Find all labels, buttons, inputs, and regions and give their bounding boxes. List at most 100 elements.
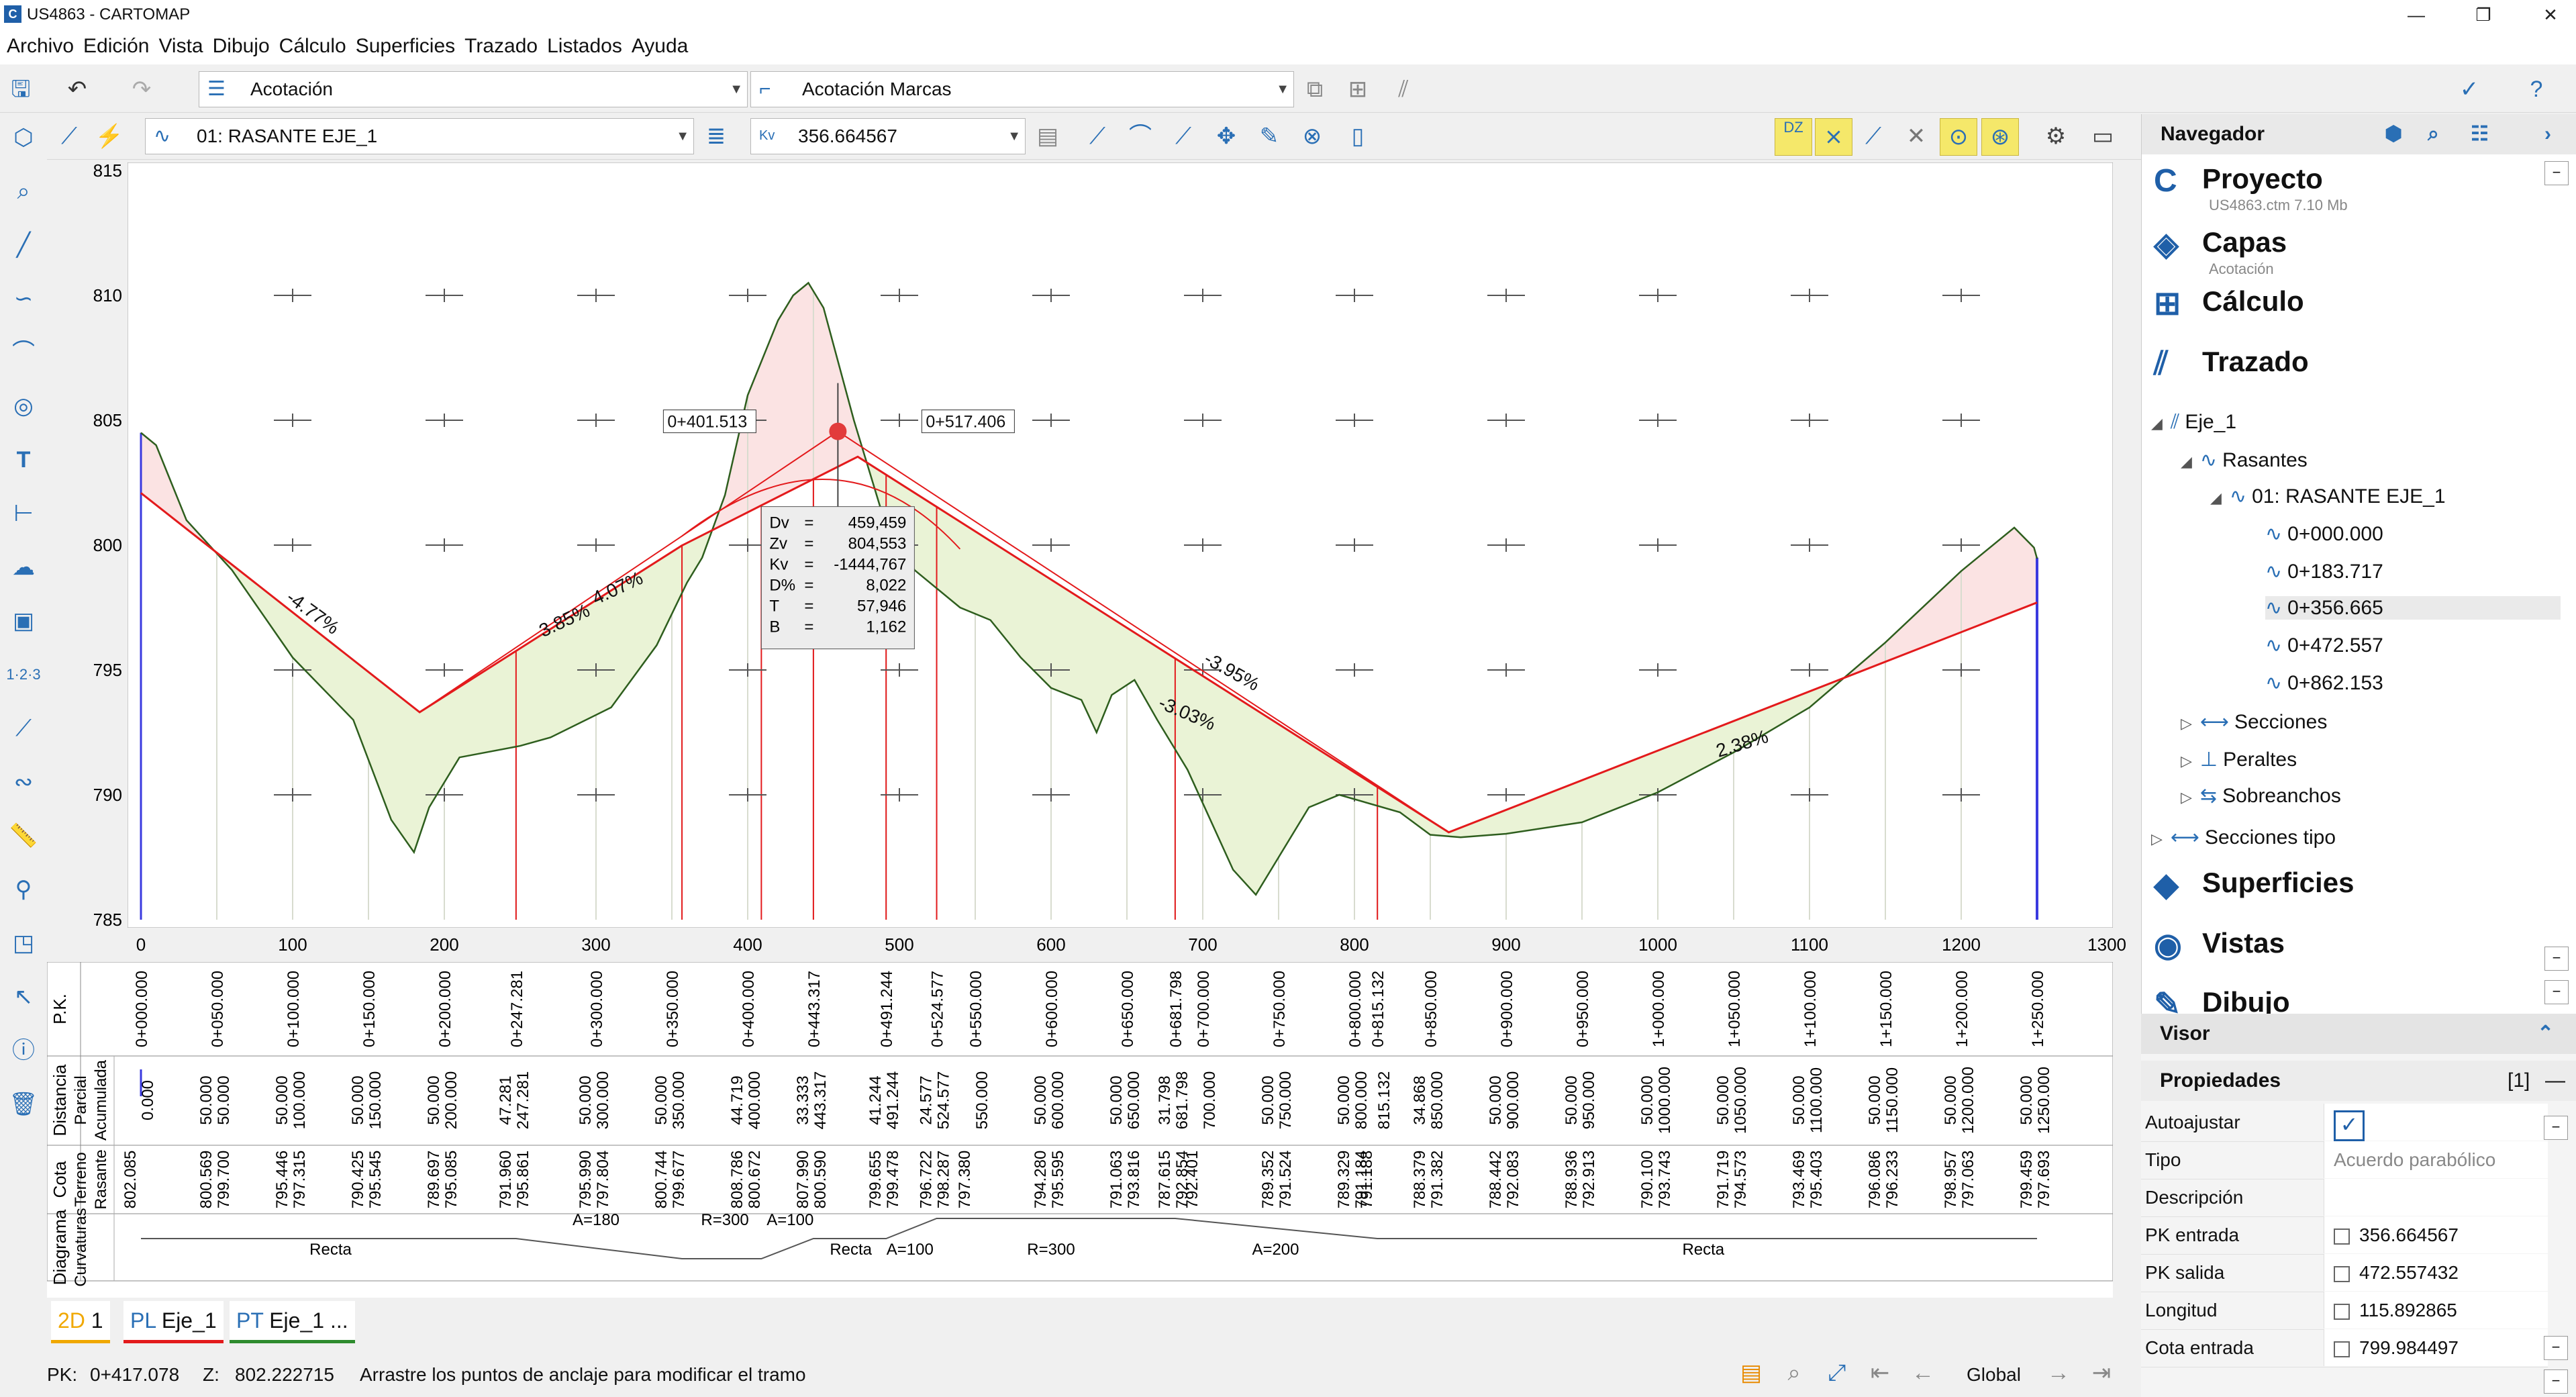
profile-calc-icon[interactable]: ⚡ (91, 118, 128, 154)
line-icon[interactable]: ╱ (5, 227, 42, 263)
scroll-up-button[interactable]: − (2544, 1116, 2568, 1140)
tab-pt[interactable]: PT Eje_1 ... (230, 1301, 355, 1343)
select-cursor-icon[interactable]: ↖ (5, 979, 42, 1015)
tree-trazado[interactable]: ⫽ Trazado (2154, 345, 2309, 383)
info-icon[interactable]: ⓘ (5, 1032, 42, 1069)
property-value[interactable]: Acuerdo parabólico (2324, 1141, 2548, 1178)
restore-button[interactable]: ❐ (2463, 3, 2504, 27)
insert-vertex-icon[interactable]: ⟋ (1165, 118, 1201, 154)
scroll-up-button[interactable]: − (2544, 947, 2569, 971)
tree-proyecto[interactable]: C Proyecto US4863.ctm 7.10 Mb (2154, 162, 2348, 214)
kv-combo[interactable]: Kv 356.664567 ▼ (750, 118, 1026, 154)
table-icon[interactable]: ▤ (1030, 118, 1066, 154)
style-combo[interactable]: ⌐ Acotación Marcas ▼ (750, 71, 1294, 107)
zoom-extents-icon[interactable]: ⤢ (1819, 1355, 1855, 1391)
tree-vertex[interactable]: ∿ 0+183.717 (2265, 560, 2383, 583)
road-icon[interactable]: ⫽ (1385, 71, 1422, 107)
collapse-arrow-icon[interactable]: ▷ (2151, 830, 2163, 847)
search-icon[interactable]: ⌕ (2428, 114, 2439, 154)
last-icon[interactable]: ⇥ (2083, 1355, 2120, 1391)
layer-combo[interactable]: ☰ Acotación ▼ (199, 71, 748, 107)
tree-secciones[interactable]: ▷ ⟷ Secciones (2181, 710, 2327, 734)
check-circle-icon[interactable]: ✓ (2451, 71, 2487, 107)
property-value[interactable]: 115.892865 (2324, 1292, 2548, 1329)
tree-vertex[interactable]: ∿ 0+472.557 (2265, 634, 2383, 657)
book-icon[interactable]: ▤ (1733, 1355, 1769, 1391)
circle-icon[interactable]: ◎ (5, 388, 42, 424)
tree-view-icon[interactable]: ☷ (2471, 114, 2489, 154)
transform-icon[interactable]: ◳ (5, 925, 42, 961)
snap-disabled-icon[interactable]: ✕ (1898, 118, 1934, 154)
menu-dibujo[interactable]: Dibujo (206, 30, 273, 58)
radius-icon[interactable]: ∾ (5, 764, 42, 800)
redo-icon[interactable]: ↷ (123, 71, 160, 107)
pin-icon[interactable]: ⚲ (5, 871, 42, 908)
save-icon[interactable]: 🖫 (3, 71, 39, 107)
tree-secciones-tipo[interactable]: ▷ ⟷ Secciones tipo (2151, 826, 2336, 849)
menu-vista[interactable]: Vista (152, 30, 205, 58)
menu-edicion[interactable]: Edición (77, 30, 152, 58)
trash-icon[interactable]: 🗑 (5, 1086, 42, 1122)
edit-vertex-icon[interactable]: ✎ (1251, 118, 1287, 154)
snap-vertex-icon[interactable]: ⨯ (1815, 118, 1852, 156)
cloud-icon[interactable]: ☁ (5, 549, 42, 585)
properties-icon[interactable]: ▯ (1340, 118, 1376, 154)
expand-arrow-icon[interactable]: ◢ (2151, 415, 2163, 432)
property-value[interactable]: 472.557432 (2324, 1254, 2548, 1291)
next-icon[interactable]: → (2040, 1355, 2077, 1391)
tree-eje[interactable]: ◢ ⫽ Eje_1 (2151, 411, 2236, 434)
collapse-arrow-icon[interactable]: ▷ (2181, 789, 2192, 806)
prev-icon[interactable]: ← (1905, 1355, 1941, 1391)
menu-trazado[interactable]: Trazado (458, 30, 540, 58)
property-value[interactable]: 799.984497 (2324, 1329, 2548, 1366)
tree-dibujo[interactable]: ✎ Dibujo (2154, 985, 2290, 1014)
scroll-up-button[interactable]: − (2544, 161, 2569, 185)
ungroup-icon[interactable]: ⊞ (1340, 71, 1376, 107)
profile-edit-icon[interactable]: ⟋ (51, 118, 87, 154)
search-icon[interactable]: ⌕ (5, 173, 42, 209)
collapse-arrow-icon[interactable]: ▷ (2181, 753, 2192, 769)
chevron-right-icon[interactable]: › (2544, 114, 2551, 154)
polyline-icon[interactable]: ∽ (5, 281, 42, 317)
tree-rasante-item[interactable]: ◢ ∿ 01: RASANTE EJE_1 (2210, 485, 2446, 508)
checkbox[interactable] (2334, 1341, 2350, 1357)
tree-vertex[interactable]: ∿ 0+000.000 (2265, 522, 2383, 546)
tree-peraltes[interactable]: ▷ ⊥ Peraltes (2181, 748, 2297, 771)
expand-arrow-icon[interactable]: ◢ (2181, 453, 2192, 470)
checkbox[interactable] (2334, 1303, 2350, 1320)
property-value[interactable] (2324, 1179, 2548, 1216)
visor-header[interactable]: Visor ⌃ (2141, 1014, 2576, 1054)
dz-toggle[interactable]: DZ (1775, 118, 1812, 156)
add-vertex-icon[interactable]: ⟋ (1079, 118, 1116, 154)
first-icon[interactable]: ⇤ (1862, 1355, 1898, 1391)
tree-sobreanchos[interactable]: ▷ ⇆ Sobreanchos (2181, 784, 2341, 808)
tab-2d[interactable]: 2D 1 (51, 1301, 110, 1343)
tree-vistas[interactable]: ◉ Vistas (2154, 926, 2285, 964)
menu-archivo[interactable]: Archivo (0, 30, 77, 58)
tree-vertex[interactable]: ∿ 0+862.153 (2265, 671, 2383, 695)
add-curve-icon[interactable]: ⌒ (1122, 118, 1158, 154)
property-value[interactable]: 356.664567 (2324, 1216, 2548, 1253)
image-icon[interactable]: ▣ (5, 603, 42, 639)
checkbox-checked[interactable]: ✓ (2334, 1110, 2365, 1141)
profile-chart[interactable]: -4.77% 3.85%4.07%-3.95%-3.03%2.38%0+401.5… (128, 162, 2113, 928)
alignment-combo[interactable]: ∿ 01: RASANTE EJE_1 ▼ (145, 118, 694, 154)
menu-listados[interactable]: Listados (540, 30, 625, 58)
measure-icon[interactable]: ⟋ (5, 710, 42, 746)
minimize-button[interactable]: — (2396, 3, 2436, 27)
settings-gear-icon[interactable]: ⚙ (2038, 118, 2074, 154)
menu-superficies[interactable]: Superficies (349, 30, 458, 58)
vertex-handle[interactable] (829, 422, 847, 440)
close-button[interactable]: ✕ (2530, 3, 2571, 27)
zoom-icon[interactable]: ⌕ (1776, 1355, 1812, 1391)
numbering-icon[interactable]: 1·2·3 (5, 657, 42, 693)
delete-vertex-icon[interactable]: ⊗ (1294, 118, 1330, 154)
tree-capas[interactable]: ◈ Capas Acotación (2154, 226, 2287, 278)
snap-distance-icon[interactable]: ⊙ (1940, 118, 1977, 156)
dimension-icon[interactable]: ⊢ (5, 495, 42, 532)
tree-rasantes[interactable]: ◢ ∿ Rasantes (2181, 448, 2308, 472)
tree-calculo[interactable]: ⊞ Cálculo (2154, 285, 2304, 322)
window-layout-icon[interactable]: ▭ (2085, 118, 2121, 154)
cube-icon[interactable]: ⬢ (2385, 114, 2402, 154)
undo-icon[interactable]: ↶ (59, 71, 95, 107)
